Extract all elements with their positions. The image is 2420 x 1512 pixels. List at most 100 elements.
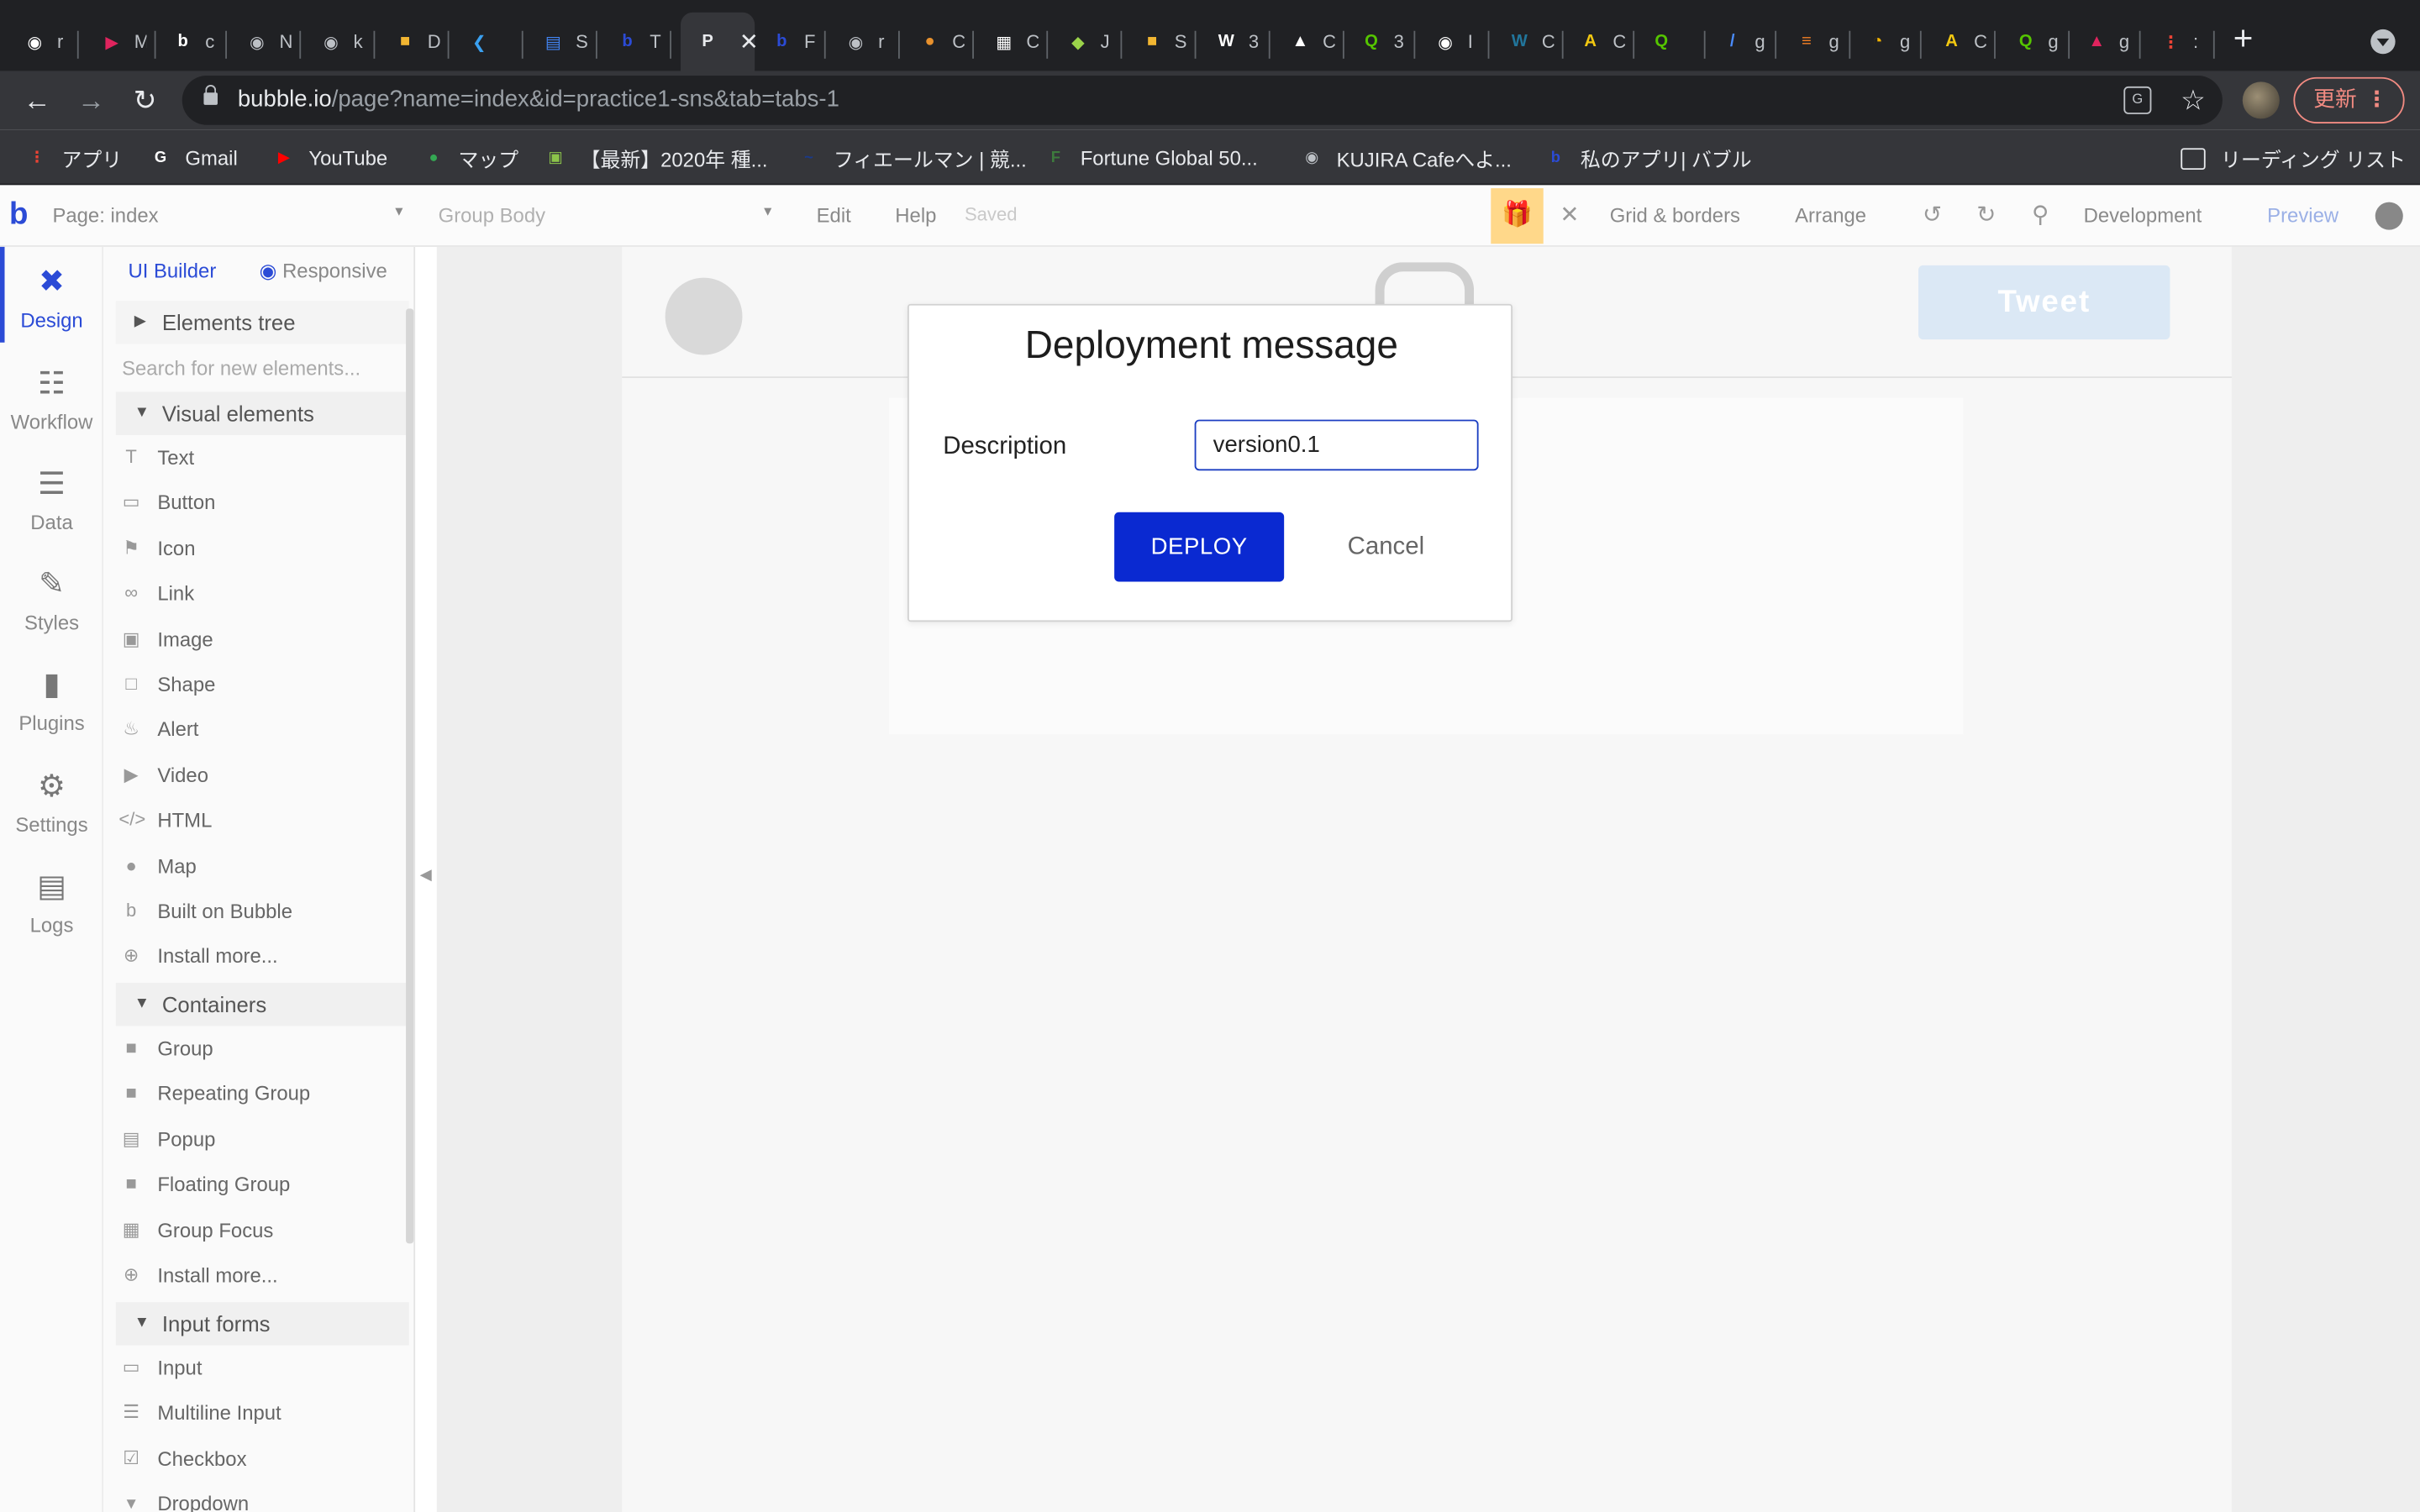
browser-tab[interactable]: W3 xyxy=(1199,13,1270,71)
nav-item-logs[interactable]: ▤ Logs xyxy=(0,867,103,937)
element-selector[interactable]: Group Body xyxy=(439,203,545,227)
tab-responsive[interactable]: ◉ Responsive xyxy=(260,260,387,284)
bookmark-item[interactable]: ▣ 【最新】2020年 種... xyxy=(544,144,768,171)
palette-item[interactable]: ♨ Alert xyxy=(116,707,409,752)
url-text[interactable]: bubble.io/page?name=index&id=practice1-s… xyxy=(238,87,839,113)
palette-scrollbar[interactable] xyxy=(406,308,414,1244)
user-icon[interactable] xyxy=(2375,202,2403,230)
search-icon[interactable]: ⚲ xyxy=(2027,202,2054,230)
browser-tab[interactable]: ▲ g xyxy=(2070,13,2141,71)
browser-tab[interactable]: ◔ g xyxy=(1850,13,1922,71)
palette-item[interactable]: ■ Repeating Group xyxy=(116,1071,409,1116)
update-button[interactable]: 更新 ⋮ xyxy=(2293,76,2405,123)
environment-selector[interactable]: Development xyxy=(2084,203,2202,227)
new-tab-button[interactable]: + xyxy=(2233,21,2254,55)
browser-tab[interactable]: AC xyxy=(1924,13,1996,71)
browser-tab[interactable]: ▲ C xyxy=(1273,13,1344,71)
description-input[interactable] xyxy=(1194,419,1479,471)
palette-item[interactable]: ▦ Group Focus xyxy=(116,1207,409,1252)
browser-tab[interactable]: ◆ J xyxy=(1051,13,1123,71)
palette-item[interactable]: ▾ Dropdown xyxy=(116,1482,409,1512)
browser-tab[interactable]: bc xyxy=(156,13,228,71)
browser-tab[interactable]: ◉ r xyxy=(829,13,900,71)
tweet-button[interactable]: Tweet xyxy=(1918,265,2170,340)
browser-tab[interactable]: Q xyxy=(1634,13,1706,71)
redo-icon[interactable]: ↻ xyxy=(1972,202,2000,230)
browser-tab[interactable]: ≡ g xyxy=(1780,13,1851,71)
address-bar[interactable]: bubble.io/page?name=index&id=practice1-s… xyxy=(182,76,2223,125)
palette-item[interactable]: ▤ Popup xyxy=(116,1116,409,1161)
reading-list-button[interactable]: リーディング リスト xyxy=(2181,144,2406,173)
palette-item[interactable]: □ Shape xyxy=(116,662,409,706)
palette-item[interactable]: ■ Group xyxy=(116,1026,409,1070)
nav-item-design[interactable]: ✖ Design xyxy=(0,262,103,332)
palette-item[interactable]: ☑ Checkbox xyxy=(116,1436,409,1481)
palette-item[interactable]: ● Map xyxy=(116,843,409,888)
menu-help[interactable]: Help xyxy=(895,203,936,227)
canvas-avatar-image[interactable] xyxy=(665,277,743,355)
browser-tab[interactable]: ❮ xyxy=(452,13,523,71)
tab-close-icon[interactable]: ✕ xyxy=(739,28,759,55)
browser-tab[interactable]: AC xyxy=(1564,13,1635,71)
browser-tab[interactable]: ◉ I xyxy=(1418,13,1490,71)
cancel-button[interactable]: Cancel xyxy=(1323,512,1449,582)
menu-edit[interactable]: Edit xyxy=(817,203,851,227)
nav-item-data[interactable]: ☰ Data xyxy=(0,465,103,534)
palette-item[interactable]: ▣ Image xyxy=(116,617,409,661)
palette-item[interactable]: T Text xyxy=(116,435,409,480)
bookmark-item[interactable]: b 私のアプリ| バブル xyxy=(1544,144,1752,171)
palette-item[interactable]: ■ Floating Group xyxy=(116,1162,409,1206)
translate-icon[interactable]: G xyxy=(2123,86,2152,114)
palette-item[interactable]: ▭ Input xyxy=(116,1346,409,1390)
palette-item[interactable]: ⚑ Icon xyxy=(116,526,409,570)
palette-section-header[interactable]: ▼ Input forms xyxy=(115,1302,409,1346)
nav-item-workflow[interactable]: ☷ Workflow xyxy=(0,364,103,433)
back-arrow-icon[interactable]: ← xyxy=(18,81,55,118)
palette-item[interactable]: </> HTML xyxy=(116,798,409,843)
browser-tab[interactable]: Qg xyxy=(1999,13,2070,71)
palette-item[interactable]: ☰ Multiline Input xyxy=(116,1391,409,1436)
bookmark-item[interactable]: ~ フィエールマン | 競... xyxy=(797,144,1027,171)
preview-button[interactable]: Preview xyxy=(2267,203,2338,227)
reload-icon[interactable]: ↻ xyxy=(127,81,164,118)
palette-item[interactable]: ⊕ Install more... xyxy=(116,1252,409,1297)
browser-tab[interactable]: / g xyxy=(1706,13,1777,71)
browser-tab[interactable]: PP✕ xyxy=(681,12,759,71)
palette-item[interactable]: ⊕ Install more... xyxy=(116,934,409,979)
browser-tab[interactable]: ■ S xyxy=(1125,13,1197,71)
browser-tab[interactable]: bF xyxy=(755,13,826,71)
palette-section-header[interactable]: ▼ Containers xyxy=(115,983,409,1026)
browser-tab[interactable]: WC xyxy=(1492,13,1564,71)
elements-tree-header[interactable]: ▶ Elements tree xyxy=(115,301,409,344)
browser-tab[interactable]: bT xyxy=(600,13,671,71)
browser-tab[interactable]: Q3 xyxy=(1344,13,1416,71)
bookmark-item[interactable]: G Gmail xyxy=(148,144,238,171)
browser-tab[interactable]: ■ D xyxy=(378,13,450,71)
browser-tab[interactable]: ⋮: xyxy=(2144,13,2215,71)
grid-borders-menu[interactable]: Grid & borders xyxy=(1610,203,1740,227)
palette-item[interactable]: b Built on Bubble xyxy=(116,889,409,933)
palette-section-header[interactable]: ▼ Visual elements xyxy=(115,391,409,435)
browser-tab[interactable]: ▶M xyxy=(85,13,156,71)
browser-tab[interactable]: ◉ r xyxy=(8,13,79,71)
palette-item[interactable]: ▭ Button xyxy=(116,480,409,525)
bookmark-item[interactable]: ● マップ xyxy=(421,144,519,171)
close-icon[interactable]: ✕ xyxy=(1555,202,1583,230)
nav-item-settings[interactable]: ⚙ Settings xyxy=(0,767,103,837)
browser-tab[interactable]: ▤ S xyxy=(526,13,597,71)
browser-tab[interactable]: ● C xyxy=(902,13,974,71)
tab-search-icon[interactable] xyxy=(2370,29,2396,55)
bookmark-item[interactable]: F Fortune Global 50... xyxy=(1044,144,1258,171)
tab-ui-builder[interactable]: UI Builder xyxy=(128,260,216,283)
profile-avatar[interactable] xyxy=(2242,81,2280,119)
bubble-logo-icon[interactable]: b xyxy=(9,199,28,230)
deploy-button[interactable]: DEPLOY xyxy=(1114,512,1285,582)
bookmark-item[interactable]: ◉ KUJIRA Cafeへよ... xyxy=(1300,144,1512,171)
page-selector[interactable]: Page: index xyxy=(52,203,158,227)
collapse-panel-icon[interactable]: ◀ xyxy=(420,867,432,884)
undo-icon[interactable]: ↺ xyxy=(1918,202,1946,230)
bookmark-item[interactable]: ⋮ アプリ xyxy=(24,144,122,171)
palette-item[interactable]: ▶ Video xyxy=(116,753,409,797)
browser-tab[interactable]: ◉ k xyxy=(304,13,376,71)
arrange-menu[interactable]: Arrange xyxy=(1795,203,1866,227)
